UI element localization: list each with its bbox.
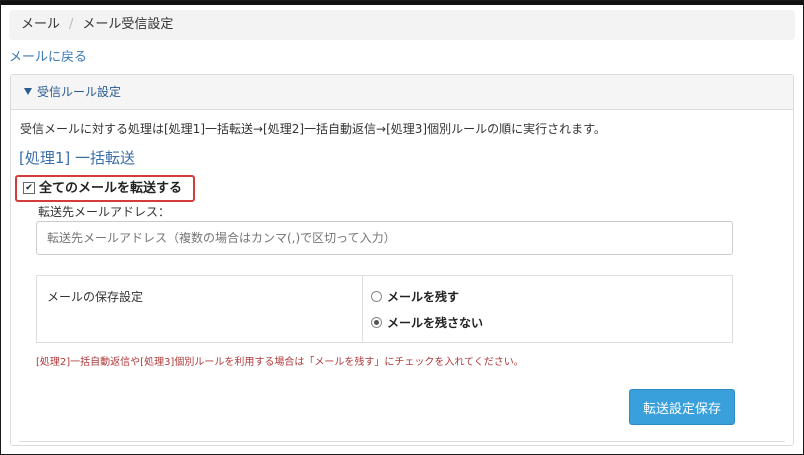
breadcrumb-separator: / xyxy=(69,17,74,32)
radio-discard-mail[interactable]: メールを残さない xyxy=(371,314,483,331)
forward-all-label: 全てのメールを転送する xyxy=(39,181,183,196)
save-forward-settings-button[interactable]: 転送設定保存 xyxy=(629,389,735,425)
forward-all-checkbox-row[interactable]: ✔ 全てのメールを転送する xyxy=(15,175,195,202)
breadcrumb-item-mail[interactable]: メール xyxy=(21,17,60,32)
panel-header[interactable]: 受信ルール設定 xyxy=(11,75,793,110)
radio-keep-mail-label: メールを残す xyxy=(387,290,460,304)
receive-rule-panel: 受信ルール設定 受信メールに対する処理は[処理1]一括転送→[処理2]一括自動返… xyxy=(10,74,794,446)
radio-button-selected-icon[interactable] xyxy=(371,317,382,328)
breadcrumb-item-receive-settings: メール受信設定 xyxy=(82,17,174,32)
forward-all-checkbox[interactable]: ✔ xyxy=(23,181,35,194)
back-to-mail-link[interactable]: メールに戻る xyxy=(9,46,87,65)
breadcrumb: メール / メール受信設定 xyxy=(9,10,795,40)
forward-address-label: 転送先メールアドレス： xyxy=(38,205,171,219)
mail-save-setting-label: メールの保存設定 xyxy=(47,290,144,304)
radio-button-icon[interactable] xyxy=(371,291,382,302)
radio-discard-mail-label: メールを残さない xyxy=(387,316,484,330)
mail-save-setting-box: メールの保存設定 メールを残す メールを残さない xyxy=(36,275,733,343)
process-order-description: 受信メールに対する処理は[処理1]一括転送→[処理2]一括自動返信→[処理3]個… xyxy=(20,122,606,136)
keep-mail-note: [処理2]一括自動返信や[処理3]個別ルールを利用する場合は「メールを残す」にチ… xyxy=(36,357,524,368)
forward-address-input[interactable] xyxy=(36,221,733,255)
filter-icon xyxy=(24,88,32,95)
divider xyxy=(362,276,363,342)
panel-footer-divider xyxy=(19,441,785,442)
radio-keep-mail[interactable]: メールを残す xyxy=(371,288,459,305)
section-title: [処理1] 一括転送 xyxy=(19,149,136,167)
panel-title: 受信ルール設定 xyxy=(37,85,122,99)
